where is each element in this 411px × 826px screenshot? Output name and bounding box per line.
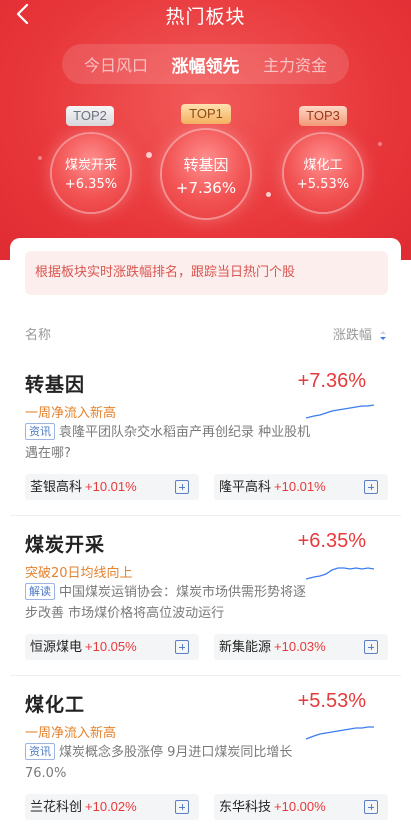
add-watchlist-icon[interactable] [175,480,189,494]
sector-news[interactable]: 资讯 煤炭概念多股涨停 9月进口煤炭同比增长76.0% [25,742,315,784]
news-headline: 煤炭概念多股涨停 9月进口煤炭同比增长76.0% [25,745,293,781]
sector-change: +7.36% [297,370,366,392]
list-header: 名称 涨跌幅 [25,324,388,344]
sparkle-dot [146,152,152,158]
stock-change: +10.01% [85,479,137,494]
news-type-badge: 资讯 [25,423,55,440]
top-sector-bubble-1[interactable]: 转基因 +7.36% [162,130,250,218]
sparkline-icon [306,726,374,740]
sector-news[interactable]: 资讯 袁隆平团队杂交水稻亩产再创纪录 种业股机遇在哪? [25,422,315,464]
sector-name: 转基因 [25,374,86,396]
sort-desc-icon [380,330,386,340]
stock-change: +10.00% [274,799,326,814]
sector-news[interactable]: 解读 中国煤炭运销协会：煤炭市场供需形势将逐步改善 市场煤价格将高位波动运行 [25,582,315,624]
stock-name: 恒源煤电 [30,640,83,655]
sector-row[interactable]: 转基因 +7.36% 一周净流入新高 资讯 袁隆平团队杂交水稻亩产再创纪录 种业股… [25,370,388,510]
rank-badge-top2: TOP2 [66,106,114,126]
divider [10,675,401,676]
hero-banner: 热门板块 今日风口 涨幅领先 主力资金 TOP2 煤炭开采 +6.35% TOP… [0,0,411,260]
sector-highlight-tag: 突破20日均线向上 [25,566,133,581]
stock-chip[interactable]: 恒源煤电 +10.05% [25,634,199,660]
add-watchlist-icon[interactable] [175,640,189,654]
sector-change: +6.35% [297,530,366,552]
bubble-sector-name: 转基因 [183,156,229,174]
bubble-sector-change: +6.35% [64,177,118,192]
bubble-sector-change: +5.53% [296,177,350,192]
sector-name: 煤炭开采 [25,534,106,556]
rank-badge-top3: TOP3 [299,106,347,126]
add-watchlist-icon[interactable] [364,800,378,814]
bubble-sector-name: 煤化工 [303,158,343,173]
stock-change: +10.01% [274,479,326,494]
tab-bar: 今日风口 涨幅领先 主力资金 [62,44,349,84]
tab-today-trend[interactable]: 今日风口 [84,52,148,76]
column-name-header: 名称 [25,328,52,343]
sector-highlight-tag: 一周净流入新高 [25,406,117,421]
stock-chip[interactable]: 新集能源 +10.03% [214,634,388,660]
news-type-badge: 解读 [25,583,55,600]
stock-change: +10.02% [85,799,137,814]
sparkline-icon [306,567,374,580]
tab-top-gainers[interactable]: 涨幅领先 [172,52,240,77]
news-headline: 中国煤炭运销协会：煤炭市场供需形势将逐步改善 市场煤价格将高位波动运行 [25,585,307,621]
news-headline: 袁隆平团队杂交水稻亩产再创纪录 种业股机遇在哪? [25,425,311,461]
top-sector-bubble-3[interactable]: 煤化工 +5.53% [284,134,362,212]
stock-chip[interactable]: 荃银高科 +10.01% [25,474,199,500]
add-watchlist-icon[interactable] [364,480,378,494]
stock-change: +10.03% [274,639,326,654]
stock-chip[interactable]: 隆平高科 +10.01% [214,474,388,500]
bubble-sector-change: +7.36% [175,179,237,197]
sparkle-dot [378,142,382,146]
stock-name: 荃银高科 [30,480,83,495]
bubble-sector-name: 煤炭开采 [64,158,117,173]
stock-name: 兰花科创 [30,800,83,815]
stock-chip[interactable]: 东华科技 +10.00% [214,794,388,820]
add-watchlist-icon[interactable] [175,800,189,814]
column-change-label: 涨跌幅 [332,328,372,343]
sparkle-dot [38,156,42,160]
add-watchlist-icon[interactable] [364,640,378,654]
top-sector-bubble-2[interactable]: 煤炭开采 +6.35% [52,134,130,212]
rank-badge-top1: TOP1 [181,104,231,124]
page-title: 热门板块 [165,6,246,28]
stock-change: +10.05% [85,639,137,654]
sector-row[interactable]: 煤炭开采 +6.35% 突破20日均线向上 解读 中国煤炭运销协会：煤炭市场供需形… [25,530,388,670]
sector-list-card: 根据板块实时涨跌幅排名，跟踪当日热门个股 名称 涨跌幅 转基因 +7.36% 一… [10,238,401,826]
info-notice: 根据板块实时涨跌幅排名，跟踪当日热门个股 [25,251,388,295]
stock-name: 隆平高科 [219,480,272,495]
divider [10,515,401,516]
top-bar: 热门板块 [0,0,411,28]
sparkle-dot [266,192,271,197]
stock-name: 新集能源 [219,640,272,655]
news-type-badge: 资讯 [25,743,55,760]
sector-change: +5.53% [297,690,366,712]
column-change-header[interactable]: 涨跌幅 [333,324,388,343]
sparkline-icon [306,404,374,419]
tab-main-funds[interactable]: 主力资金 [263,52,327,76]
sector-highlight-tag: 一周净流入新高 [25,726,117,741]
sector-row[interactable]: 煤化工 +5.53% 一周净流入新高 资讯 煤炭概念多股涨停 9月进口煤炭同比增长… [25,690,388,826]
stock-chip[interactable]: 兰花科创 +10.02% [25,794,199,820]
sector-name: 煤化工 [25,694,86,716]
stock-name: 东华科技 [219,800,272,815]
